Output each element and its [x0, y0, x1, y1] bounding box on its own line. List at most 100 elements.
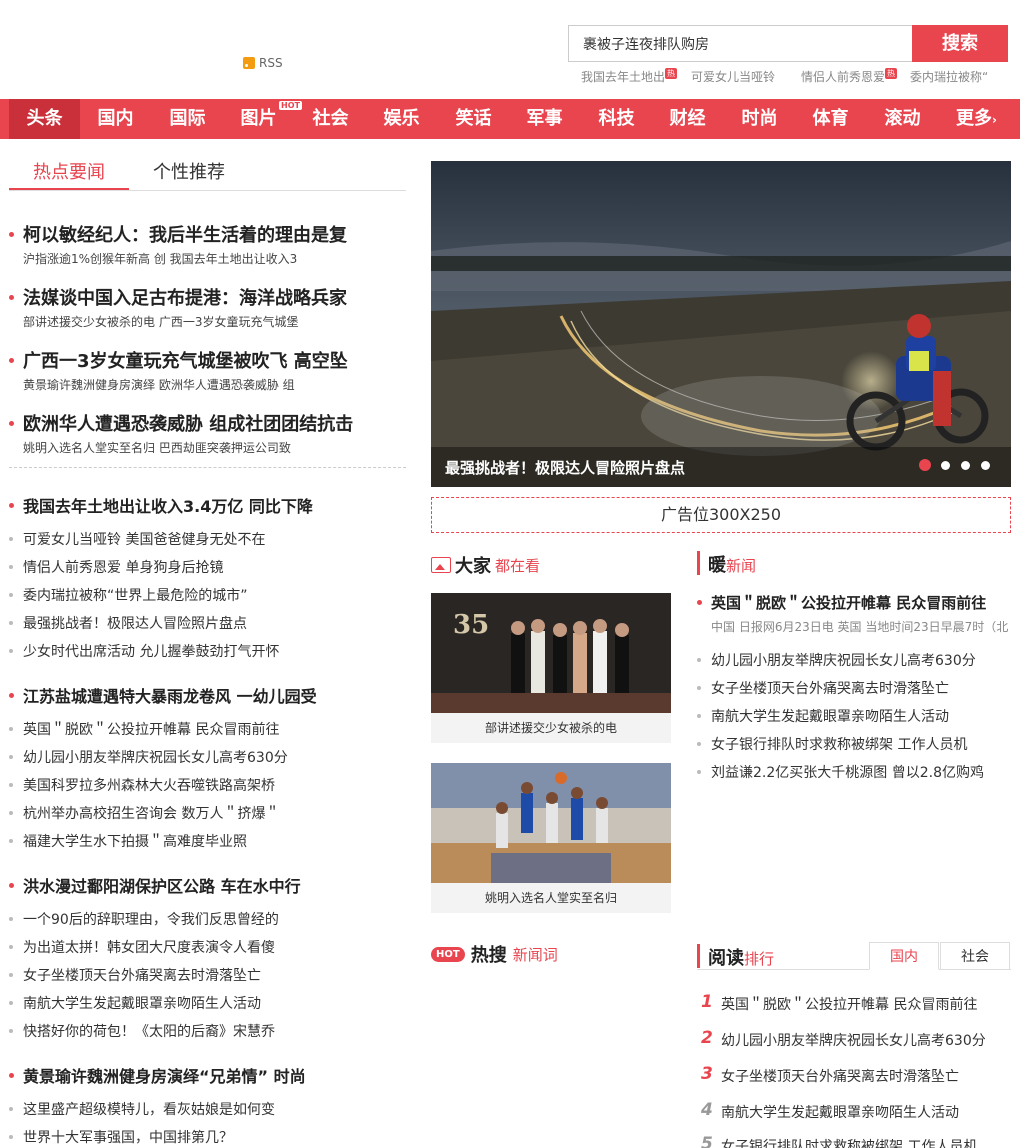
list-item-link[interactable]: 女子银行排队时求救称被绑架 工作人员机	[711, 734, 967, 754]
list-item-link[interactable]: 幼儿园小朋友举牌庆祝园长女儿高考630分	[23, 747, 288, 767]
tab-hot-news[interactable]: 热点要闻	[33, 158, 105, 184]
list-item: 为出道太拼！韩女团大尺度表演令人看傻	[9, 937, 406, 957]
bullet-icon	[9, 973, 13, 977]
nav-item-yule[interactable]: 娱乐	[366, 99, 437, 139]
tab-guonei[interactable]: 国内	[869, 942, 939, 970]
headline-sub[interactable]: 部讲述援交少女被杀的电 广西一3岁女童玩充气城堡	[23, 313, 298, 330]
list-item: 幼儿园小朋友举牌庆祝园长女儿高考630分	[697, 650, 1017, 670]
image-icon	[431, 557, 451, 573]
rank-title[interactable]: 女子坐楼顶天台外痛哭离去时滑落坠亡	[721, 1066, 959, 1086]
photo-card[interactable]: 姚明入选名人堂实至名归	[431, 763, 671, 913]
hotword-link[interactable]: 委内瑞拉被称“	[910, 68, 988, 85]
list-item-link[interactable]: 美国科罗拉多州森林大火吞噬铁路高架桥	[23, 775, 275, 795]
list-item-link[interactable]: 福建大学生水下拍摄＂高难度毕业照	[23, 831, 247, 851]
rank-title[interactable]: 女子银行排队时求救称被绑架 工作人员机	[721, 1136, 977, 1148]
hot-search-title: HOT 热搜 新闻词	[431, 942, 558, 966]
nav-item-junshi[interactable]: 军事	[509, 99, 580, 139]
slide-dot[interactable]	[919, 459, 931, 471]
rank-title[interactable]: 英国＂脱欧＂公投拉开帷幕 民众冒雨前往	[721, 994, 977, 1014]
yuedu-title-big: 阅读	[708, 948, 744, 969]
bullet-icon	[9, 727, 13, 731]
list-item-link[interactable]: 杭州举办高校招生咨询会 数万人＂挤爆＂	[23, 803, 279, 823]
list-item: 一个90后的辞职理由，令我们反思曾经的	[9, 909, 406, 929]
nav-item-guoji[interactable]: 国际	[152, 99, 223, 139]
list-item-link[interactable]: 英国＂脱欧＂公投拉开帷幕 民众冒雨前往	[23, 719, 279, 739]
headline-title[interactable]: 法媒谈中国入足古布提港：海洋战略兵家	[23, 284, 347, 310]
group-title-link[interactable]: 黄景瑜许魏洲健身房演绎“兄弟情” 时尚	[23, 1063, 306, 1087]
list-item-link[interactable]: 幼儿园小朋友举牌庆祝园长女儿高考630分	[711, 650, 976, 670]
rank-item: 5 女子银行排队时求救称被绑架 工作人员机	[697, 1134, 1017, 1148]
list-item-link[interactable]: 南航大学生发起戴眼罩亲吻陌生人活动	[711, 706, 949, 726]
list-item: 南航大学生发起戴眼罩亲吻陌生人活动	[697, 706, 1017, 726]
list-item-link[interactable]: 为出道太拼！韩女团大尺度表演令人看傻	[23, 937, 275, 957]
nav-item-more[interactable]: 更多›	[938, 99, 1004, 139]
nav-item-xiaohua[interactable]: 笑话	[438, 99, 509, 139]
headline-sub[interactable]: 姚明入选名人堂实至名归 巴西劫匪突袭押运公司致	[23, 439, 291, 456]
bullet-icon	[9, 755, 13, 759]
hotword-link[interactable]: 我国去年土地出	[581, 68, 665, 85]
headline-title[interactable]: 柯以敏经纪人：我后半生活着的理由是复	[23, 221, 347, 247]
hotword-link[interactable]: 情侣人前秀恩爱	[801, 68, 885, 85]
tab-personal[interactable]: 个性推荐	[153, 158, 225, 184]
list-item: 快搭好你的荷包！《太阳的后裔》宋慧乔	[9, 1021, 406, 1041]
slider-caption[interactable]: 最强挑战者！极限达人冒险照片盘点	[445, 457, 685, 478]
group-title-link[interactable]: 洪水漫过鄱阳湖保护区公路 车在水中行	[23, 873, 301, 897]
bullet-icon	[9, 917, 13, 921]
headline-sub[interactable]: 黄景瑜许魏洲健身房演绎 欧洲华人遭遇恐袭威胁 组	[23, 376, 295, 393]
list-item: 可爱女儿当哑铃 美国爸爸健身无处不在	[9, 529, 406, 549]
rss-label: RSS	[259, 56, 283, 70]
nav-item-gundong[interactable]: 滚动	[867, 99, 938, 139]
nuan-main-title[interactable]: 英国＂脱欧＂公投拉开帷幕 民众冒雨前往	[711, 592, 986, 613]
photo-card-image	[431, 763, 671, 883]
nav-item-guonei[interactable]: 国内	[80, 99, 151, 139]
nav-more-label: 更多	[956, 108, 992, 129]
nav-item-keji[interactable]: 科技	[581, 99, 652, 139]
bullet-icon	[9, 565, 13, 569]
hotword-link[interactable]: 可爱女儿当哑铃	[691, 68, 775, 85]
list-item-link[interactable]: 快搭好你的荷包！《太阳的后裔》宋慧乔	[23, 1021, 275, 1041]
list-item-link[interactable]: 情侣人前秀恩爱 单身狗身后抢镜	[23, 557, 223, 577]
nav-item-caijing[interactable]: 财经	[652, 99, 723, 139]
headline-title[interactable]: 广西一3岁女童玩充气城堡被吹飞 高空坠	[23, 347, 348, 373]
group-title-link[interactable]: 江苏盐城遭遇特大暴雨龙卷风 一幼儿园受	[23, 683, 317, 707]
list-item-link[interactable]: 刘益谦2.2亿买张大千桃源图 曾以2.8亿购鸡	[711, 762, 984, 782]
list-item-link[interactable]: 少女时代出席活动 允儿握拳鼓劲打气开怀	[23, 641, 279, 661]
photo-card-caption: 姚明入选名人堂实至名归	[484, 891, 617, 905]
group-title-link[interactable]: 我国去年土地出让收入3.4万亿 同比下降	[23, 493, 313, 517]
photo-card[interactable]: 35 部讲述援交少女被杀的电	[431, 593, 671, 743]
list-item-link[interactable]: 女子坐楼顶天台外痛哭离去时滑落坠亡	[23, 965, 261, 985]
slide-dot[interactable]	[981, 461, 990, 470]
bullet-icon	[9, 1073, 14, 1078]
nav-item-shehui[interactable]: 社会	[295, 99, 366, 139]
photo-slider[interactable]: 最强挑战者！极限达人冒险照片盘点	[431, 161, 1011, 487]
rank-title[interactable]: 幼儿园小朋友举牌庆祝园长女儿高考630分	[721, 1030, 986, 1050]
headline-sub[interactable]: 沪指涨逾1%创猴年新高 创 我国去年土地出让收入3	[23, 250, 297, 267]
slide-dot[interactable]	[941, 461, 950, 470]
dajia-title-red: 都在看	[495, 556, 541, 575]
list-item-link[interactable]: 可爱女儿当哑铃 美国爸爸健身无处不在	[23, 529, 265, 549]
divider	[9, 467, 406, 468]
list-item-link[interactable]: 女子坐楼顶天台外痛哭离去时滑落坠亡	[711, 678, 949, 698]
slide-dot[interactable]	[961, 461, 970, 470]
list-item-link[interactable]: 这里盛产超级模特儿，看灰姑娘是如何变	[23, 1099, 275, 1119]
nav-item-tiyu[interactable]: 体育	[795, 99, 866, 139]
list-item-link[interactable]: 南航大学生发起戴眼罩亲吻陌生人活动	[23, 993, 261, 1013]
bullet-icon	[9, 883, 14, 888]
tab-shehui[interactable]: 社会	[940, 942, 1010, 970]
search-input[interactable]	[568, 25, 913, 62]
rank-title[interactable]: 南航大学生发起戴眼罩亲吻陌生人活动	[721, 1102, 959, 1122]
list-item-link[interactable]: 最强挑战者！极限达人冒险照片盘点	[23, 613, 247, 633]
list-item-link[interactable]: 一个90后的辞职理由，令我们反思曾经的	[23, 909, 279, 929]
list-item-link[interactable]: 委内瑞拉被称“世界上最危险的城市”	[23, 585, 248, 605]
photo-card-image: 35	[431, 593, 671, 713]
headline-title[interactable]: 欧洲华人遭遇恐袭威胁 组成社团团结抗击	[23, 410, 353, 436]
list-item: 南航大学生发起戴眼罩亲吻陌生人活动	[9, 993, 406, 1013]
list-item-link[interactable]: 世界十大军事强国，中国排第几？	[23, 1127, 233, 1147]
search-button[interactable]: 搜索	[912, 25, 1008, 62]
nav-item-shishang[interactable]: 时尚	[724, 99, 795, 139]
nav-item-toutiao[interactable]: 头条	[9, 99, 80, 139]
ad-placeholder[interactable]: 广告位300X250	[431, 497, 1011, 533]
main-nav: 头条 国内 国际 图片 HOT 社会 娱乐 笑话 军事 科技 财经 时尚 体育 …	[0, 99, 1020, 139]
rss-link[interactable]: RSS	[243, 56, 283, 70]
left-news-column: 热点要闻 个性推荐 柯以敏经纪人：我后半生活着的理由是复 沪指涨逾1%创猴年新高…	[9, 150, 406, 1146]
